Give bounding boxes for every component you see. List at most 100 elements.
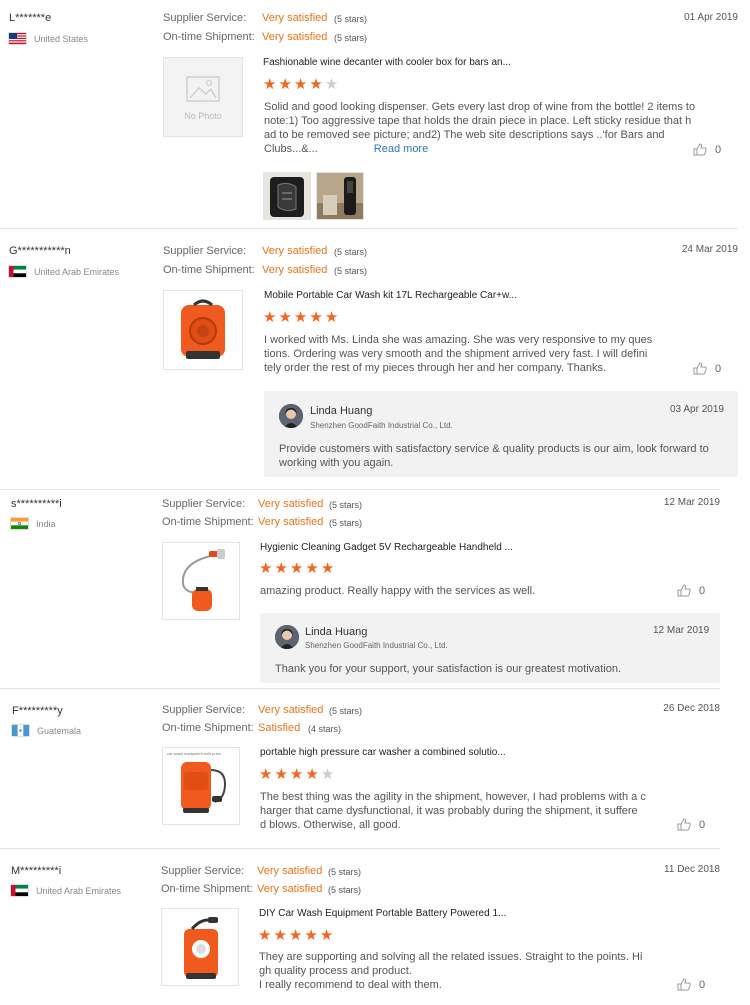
- review-divider: [0, 688, 720, 689]
- product-thumbnail[interactable]: car wash equipment with price: [162, 747, 240, 825]
- reply-date: 03 Apr 2019: [670, 404, 724, 415]
- reply-company: Shenzhen GoodFaith Industrial Co., Ltd.: [305, 641, 448, 650]
- product-title[interactable]: portable high pressure car washer a comb…: [260, 747, 506, 758]
- star-icon: ★: [319, 927, 334, 944]
- review-divider: [0, 228, 738, 229]
- supplier-reply: Linda Huang Shenzhen GoodFaith Industria…: [264, 391, 738, 477]
- product-rating: ★ ★ ★ ★ ★: [263, 76, 338, 93]
- supplier-service-label: Supplier Service:: [161, 865, 245, 877]
- like-count: 0: [699, 978, 706, 991]
- review-text: I worked with Ms. Linda she was amazing.…: [264, 334, 653, 374]
- like-button[interactable]: 0: [677, 584, 705, 597]
- ontime-shipment-stars: (5 stars): [329, 518, 363, 528]
- ontime-shipment-stars: (4 stars): [308, 724, 342, 734]
- star-icon: ★: [263, 76, 277, 93]
- review-photo[interactable]: [263, 172, 311, 220]
- star-icon: ★: [278, 76, 292, 93]
- like-button[interactable]: 0: [693, 143, 721, 156]
- star-icon: ★: [324, 309, 339, 326]
- ontime-shipment-stars: (5 stars): [334, 266, 368, 276]
- ontime-shipment-value: Very satisfied: [262, 31, 328, 43]
- product-rating: ★ ★ ★ ★ ★: [258, 927, 334, 944]
- us-flag-icon: [9, 33, 26, 44]
- product-title[interactable]: Fashionable wine decanter with cooler bo…: [263, 57, 511, 68]
- like-button[interactable]: 0: [677, 978, 705, 991]
- reply-company: Shenzhen GoodFaith Industrial Co., Ltd.: [310, 421, 453, 430]
- product-thumbnail[interactable]: [163, 290, 243, 370]
- thumbs-up-icon: [677, 978, 691, 991]
- handheld-cleaning-gadget-image: [181, 549, 225, 611]
- product-title[interactable]: Mobile Portable Car Wash kit 17L Recharg…: [264, 290, 517, 301]
- supplier-service-stars: (5 stars): [334, 14, 368, 24]
- like-button[interactable]: 0: [677, 818, 705, 831]
- uae-flag-icon: [11, 885, 28, 896]
- supplier-service-stars: (5 stars): [328, 867, 362, 877]
- supplier-service-stars: (5 stars): [329, 500, 363, 510]
- ontime-shipment-label: On-time Shipment:: [162, 722, 254, 734]
- star-icon: ★: [305, 766, 319, 783]
- star-icon: ★: [289, 766, 304, 783]
- car-wash-kit-image: [181, 299, 225, 359]
- like-count: 0: [699, 818, 706, 831]
- thumbs-up-icon: [677, 584, 691, 597]
- star-icon: ★: [293, 309, 308, 326]
- product-thumbnail[interactable]: No Photo: [163, 57, 243, 137]
- read-more-link[interactable]: Read more: [374, 143, 428, 155]
- product-title[interactable]: Hygienic Cleaning Gadget 5V Rechargeable…: [260, 542, 513, 553]
- review-date: 12 Mar 2019: [663, 497, 720, 508]
- star-icon: ★: [278, 309, 292, 326]
- supplier-reply: Linda Huang Shenzhen GoodFaith Industria…: [260, 613, 720, 683]
- ontime-shipment-stars: (5 stars): [334, 33, 368, 43]
- india-flag-icon: [11, 518, 28, 529]
- wine-bottle-photo: [317, 173, 363, 219]
- thumbs-up-icon: [693, 143, 707, 156]
- reviewer-country: India: [11, 518, 56, 529]
- star-icon: ★: [293, 76, 308, 93]
- supplier-service-value: Very satisfied: [258, 498, 324, 510]
- star-icon: ★: [274, 560, 288, 577]
- review-date: 11 Dec 2018: [664, 864, 720, 875]
- supplier-service-label: Supplier Service:: [163, 245, 247, 257]
- supplier-service-value: Very satisfied: [262, 12, 328, 24]
- no-photo-icon: [186, 76, 220, 102]
- star-icon: ★: [305, 560, 319, 577]
- review-divider: [0, 848, 720, 849]
- reviewer-name: F*********y: [12, 705, 63, 717]
- reply-date: 12 Mar 2019: [653, 625, 710, 636]
- review-text: The best thing was the agility in the sh…: [260, 791, 646, 831]
- like-button[interactable]: 0: [693, 362, 721, 375]
- ontime-shipment-stars: (5 stars): [328, 885, 362, 895]
- star-icon: ★: [259, 560, 273, 577]
- product-rating: ★ ★ ★ ★ ★: [259, 560, 334, 577]
- star-icon: ★: [263, 309, 277, 326]
- reviewer-country: Guatemala: [12, 725, 81, 736]
- uae-flag-icon: [9, 266, 26, 277]
- ontime-shipment-label: On-time Shipment:: [163, 31, 255, 43]
- reviewer-country: United States: [9, 33, 88, 44]
- reviewer-country: United Arab Emirates: [11, 885, 121, 896]
- reviewer-name: G***********n: [9, 245, 71, 257]
- like-count: 0: [715, 143, 722, 156]
- like-count: 0: [699, 584, 706, 597]
- avatar: [275, 625, 299, 649]
- thumbs-up-icon: [693, 362, 707, 375]
- supplier-service-label: Supplier Service:: [163, 12, 247, 24]
- supplier-service-value: Very satisfied: [262, 245, 328, 257]
- star-icon: ★: [259, 766, 273, 783]
- product-title[interactable]: DIY Car Wash Equipment Portable Battery …: [259, 908, 506, 919]
- supplier-service-stars: (5 stars): [329, 706, 363, 716]
- product-thumbnail[interactable]: [161, 908, 239, 986]
- review-date: 24 Mar 2019: [681, 244, 738, 255]
- ontime-shipment-label: On-time Shipment:: [162, 516, 254, 528]
- review-photo[interactable]: [316, 172, 364, 220]
- product-thumbnail[interactable]: [162, 542, 240, 620]
- review-text: They are supporting and solving all the …: [259, 951, 643, 991]
- country-name: Guatemala: [37, 725, 82, 736]
- review-date: 01 Apr 2019: [684, 12, 738, 23]
- review-text: amazing product. Really happy with the s…: [260, 585, 536, 597]
- ontime-shipment-label: On-time Shipment:: [161, 883, 253, 895]
- ontime-shipment-value: Satisfied: [258, 722, 301, 734]
- country-name: India: [36, 518, 56, 529]
- ontime-shipment-value: Very satisfied: [262, 264, 328, 276]
- country-name: United Arab Emirates: [36, 885, 122, 896]
